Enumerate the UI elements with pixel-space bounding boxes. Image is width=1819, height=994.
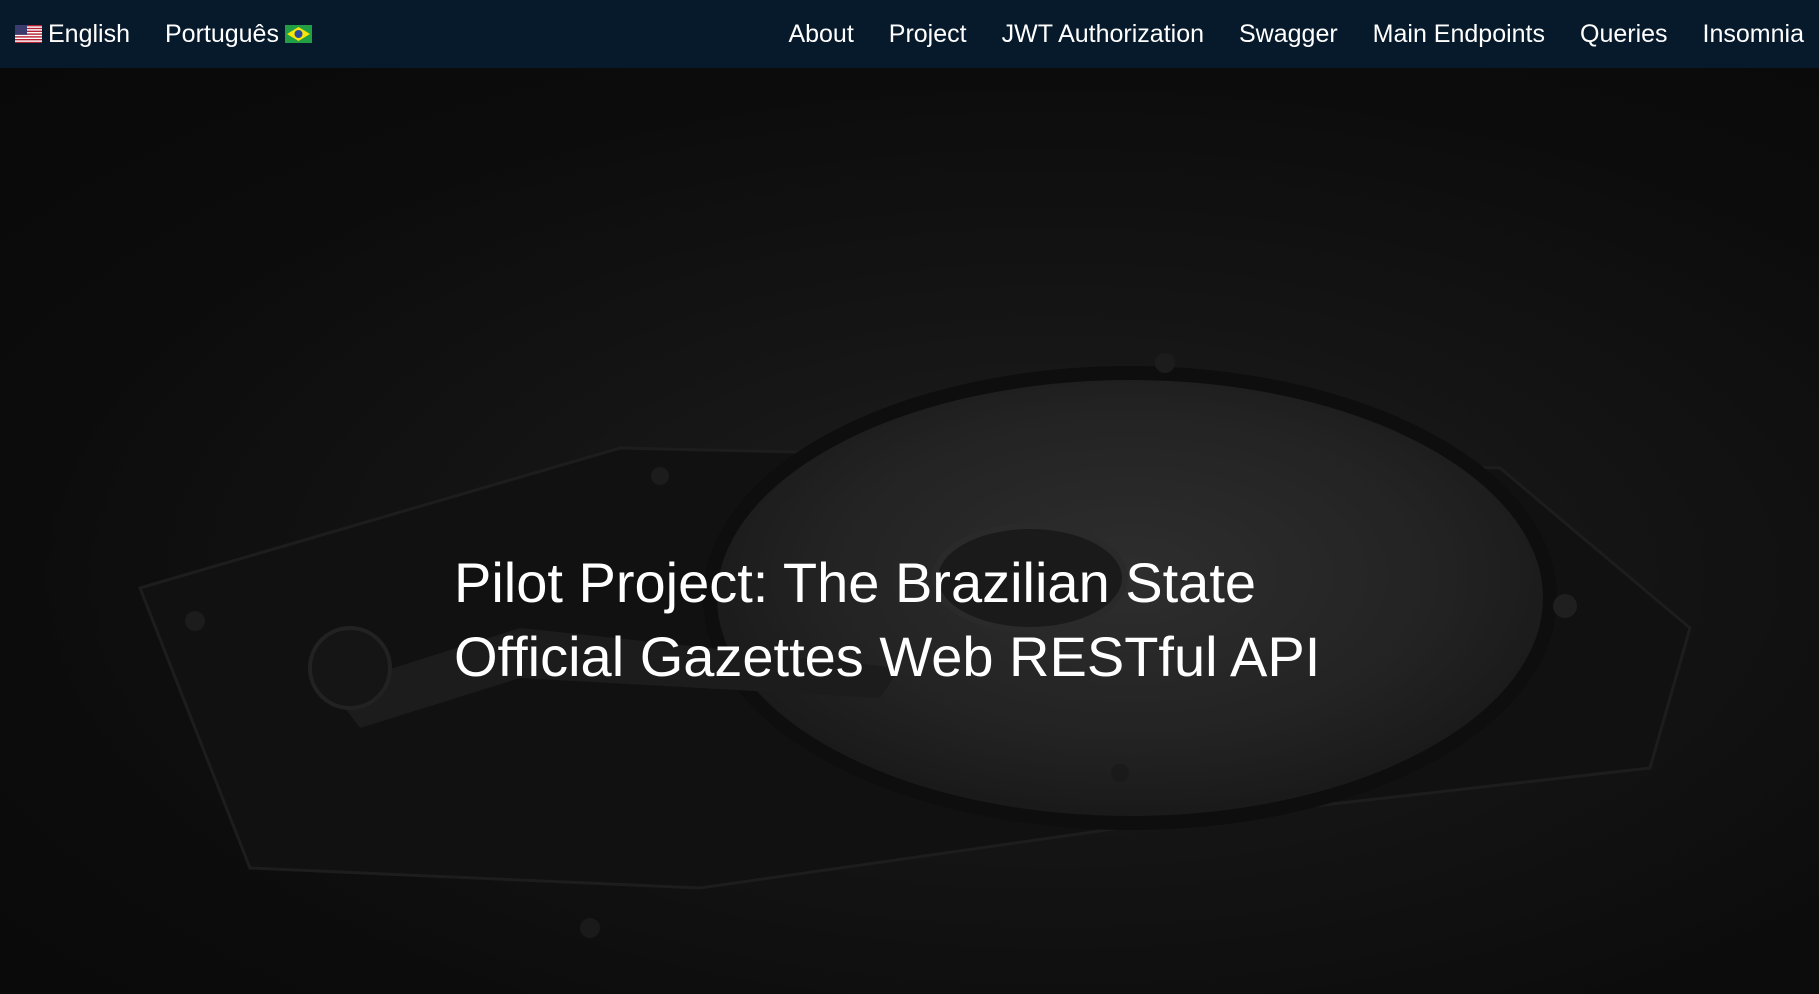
hero-title-line-2: Official Gazettes Web RESTful API: [454, 624, 1321, 688]
main-nav: About Project JWT Authorization Swagger …: [753, 20, 1804, 49]
nav-link-jwt-authorization[interactable]: JWT Authorization: [1002, 20, 1204, 49]
nav-link-main-endpoints[interactable]: Main Endpoints: [1373, 20, 1545, 49]
us-flag-icon: [15, 25, 42, 43]
hero-title-line-1: : The Brazilian State: [752, 550, 1257, 614]
hero-section: Pilot Project: The Brazilian State Offic…: [0, 68, 1819, 994]
hero-title: Pilot Project: The Brazilian State Offic…: [454, 546, 1354, 694]
nav-link-insomnia[interactable]: Insomnia: [1703, 20, 1804, 49]
nav-link-about[interactable]: About: [788, 20, 853, 49]
nav-link-project[interactable]: Project: [889, 20, 967, 49]
hero-title-strong: Pilot Project: [454, 550, 753, 614]
language-switcher: English Português: [15, 20, 347, 49]
nav-link-swagger[interactable]: Swagger: [1239, 20, 1338, 49]
nav-link-queries[interactable]: Queries: [1580, 20, 1668, 49]
hard-drive-background-image: [138, 353, 1692, 938]
top-navbar: English Português About Project JWT Auth…: [0, 0, 1819, 68]
language-portuguese-label: Português: [165, 19, 279, 48]
brazil-flag-icon: [284, 25, 312, 43]
language-portuguese-link[interactable]: Português: [165, 20, 312, 49]
language-english-label: English: [48, 19, 130, 48]
language-english-link[interactable]: English: [15, 20, 130, 49]
